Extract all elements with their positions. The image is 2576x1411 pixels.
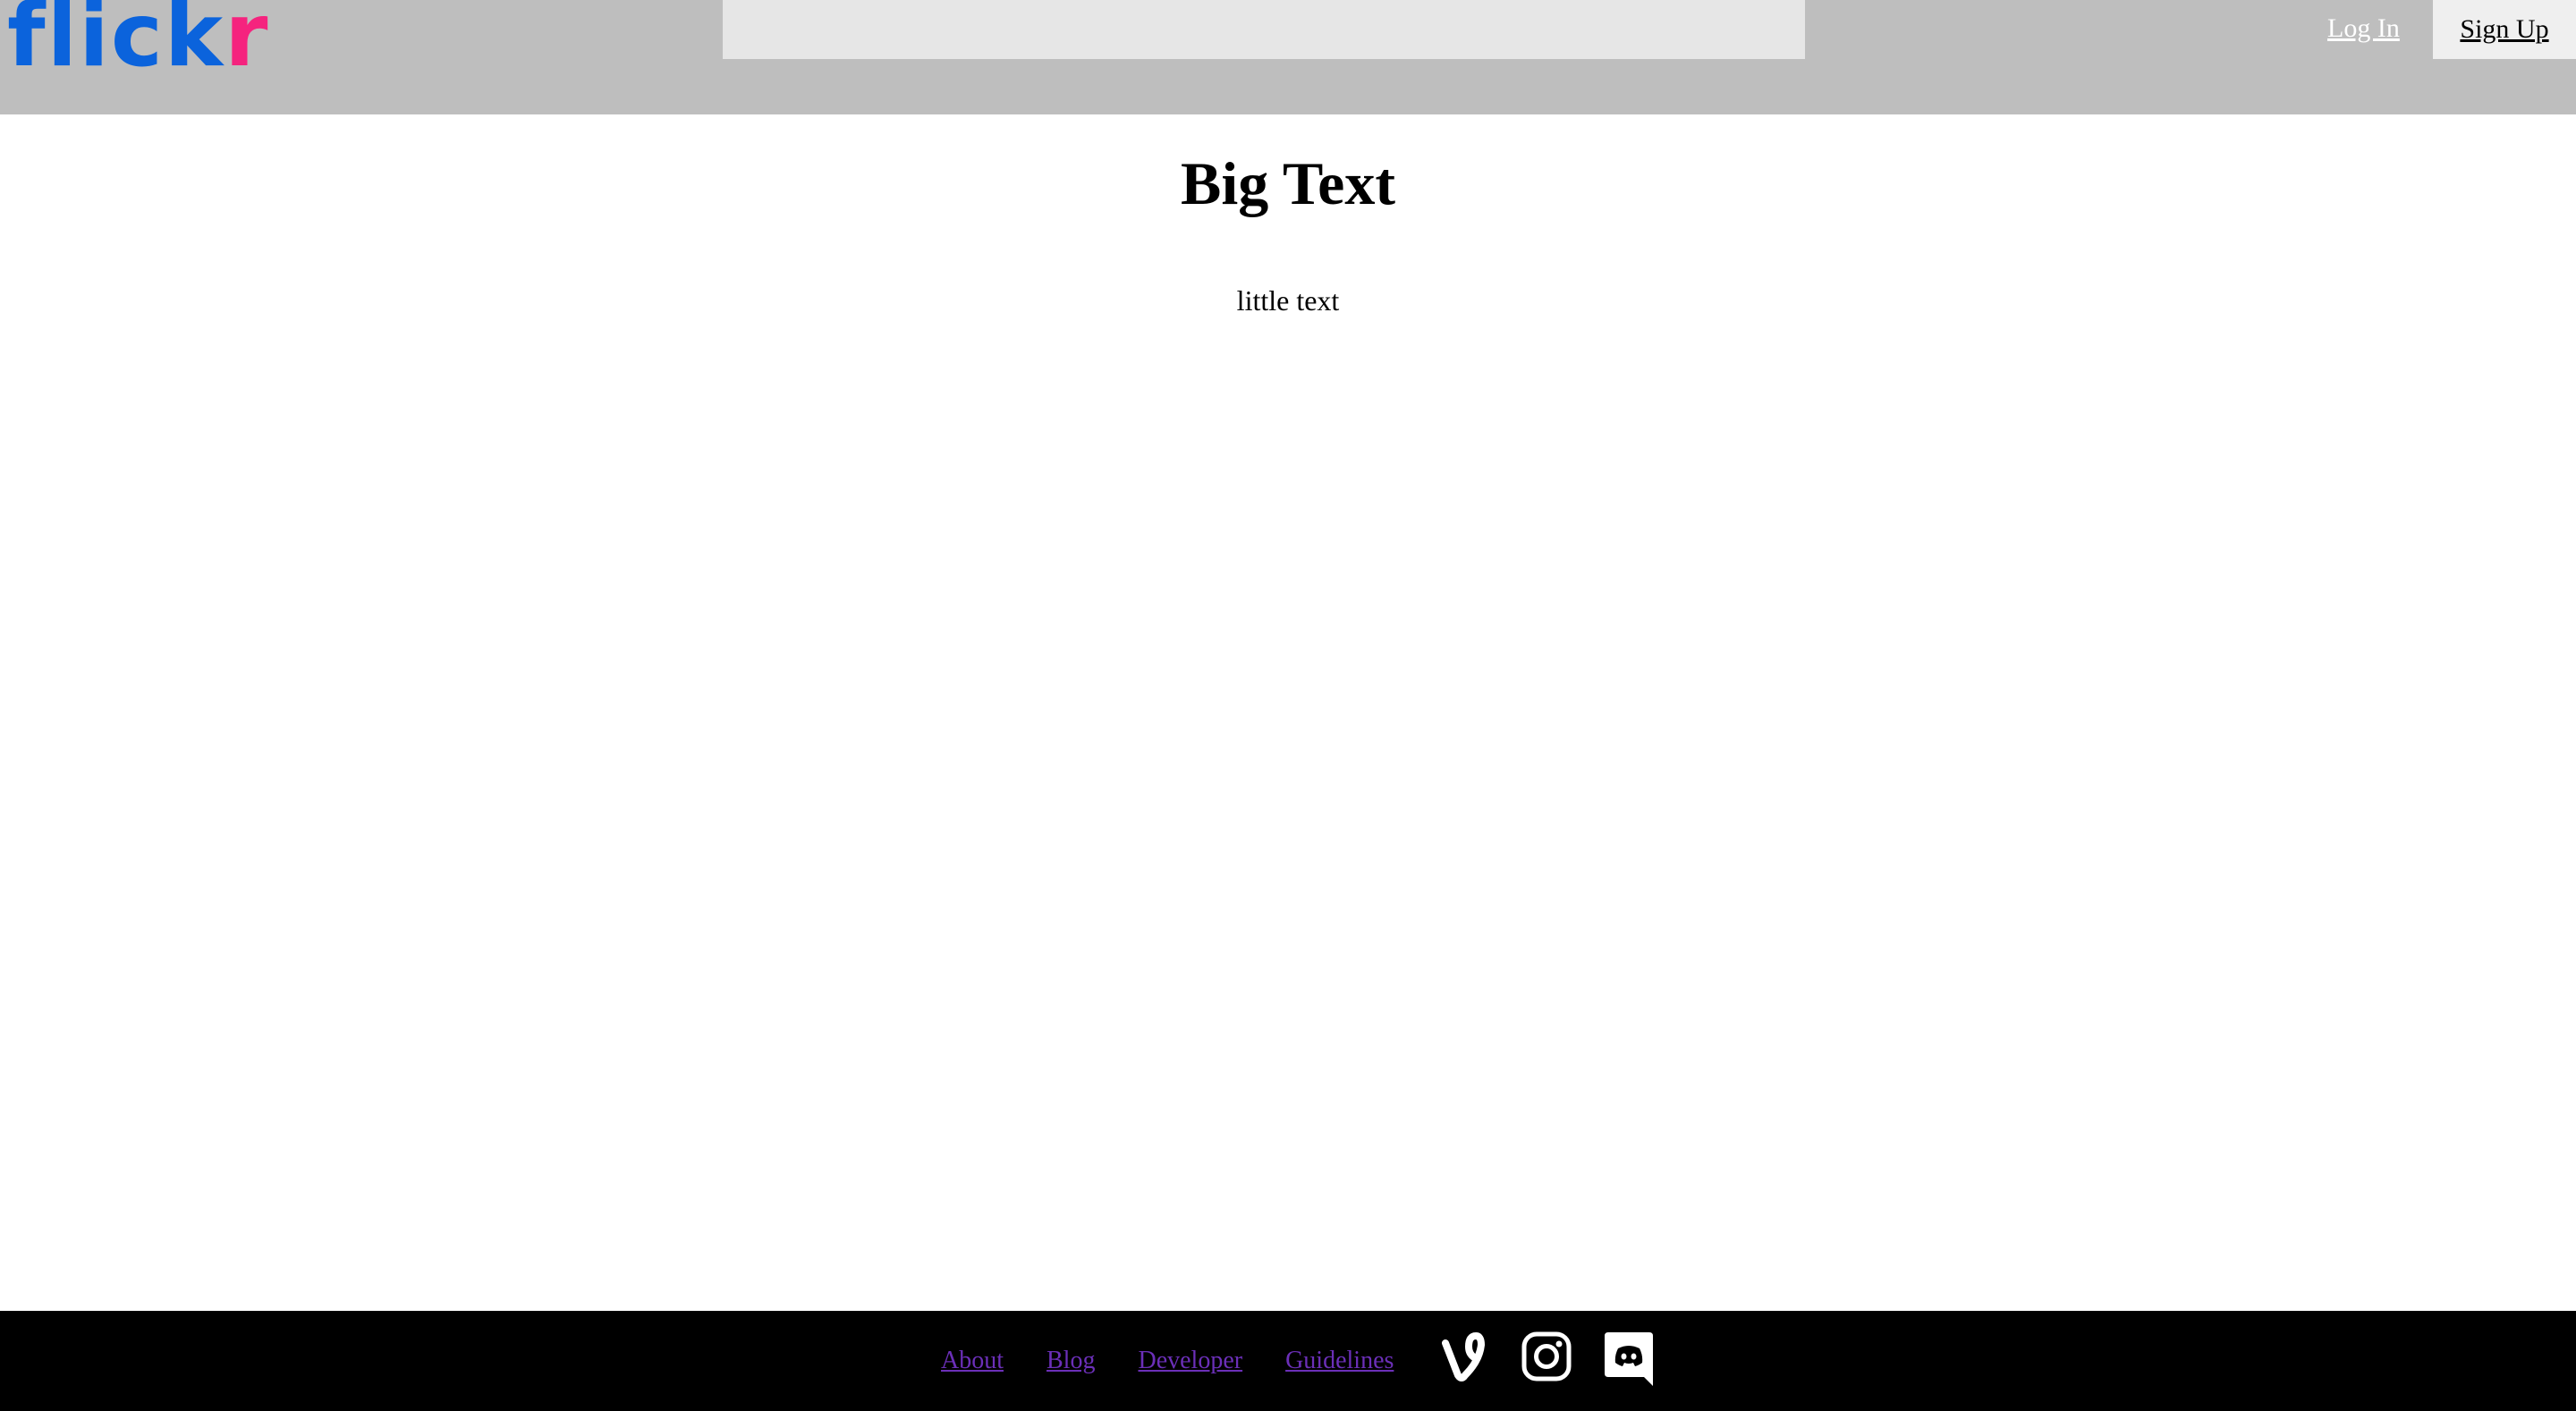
footer-link-about[interactable]: About [941,1345,1004,1377]
footer-link-guidelines[interactable]: Guidelines [1285,1345,1394,1377]
logo-text-blue: flick [7,0,225,87]
instagram-icon[interactable] [1521,1331,1572,1382]
login-link[interactable]: Log In [2327,13,2400,45]
footer-nav: About Blog Developer Guidelines [941,1345,1394,1377]
page-heading: Big Text [1181,149,1395,217]
footer-link-developer[interactable]: Developer [1138,1345,1242,1377]
logo-text-pink: r [225,0,270,87]
vine-icon[interactable] [1440,1331,1492,1382]
site-footer: About Blog Developer Guidelines [0,1311,2576,1411]
site-header: flickr Log In Sign Up [0,0,2576,114]
flickr-logo[interactable]: flickr [7,0,269,89]
search-input[interactable] [723,0,1805,59]
footer-link-blog[interactable]: Blog [1046,1345,1095,1377]
discord-icon[interactable] [1603,1331,1655,1386]
signup-button[interactable]: Sign Up [2433,0,2576,59]
page-subtext: little text [1236,284,1340,317]
